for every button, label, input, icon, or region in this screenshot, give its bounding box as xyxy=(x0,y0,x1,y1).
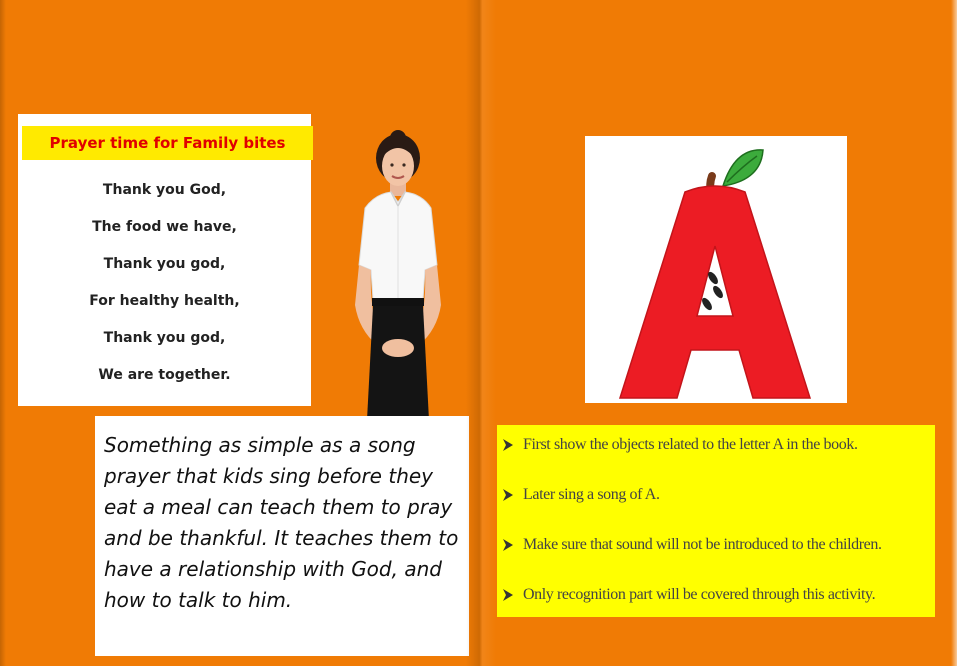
arrow-bullet-icon xyxy=(503,439,515,451)
arrow-bullet-icon xyxy=(503,589,515,601)
instruction-text: First show the objects related to the le… xyxy=(523,436,858,453)
svg-text:A: A xyxy=(585,136,586,137)
prayer-title: Prayer time for Family bites xyxy=(22,126,313,160)
instruction-text: Make sure that sound will not be introdu… xyxy=(523,536,882,553)
prayer-lines: Thank you God, The food we have, Thank y… xyxy=(18,178,311,400)
woman-illustration xyxy=(355,130,441,420)
arrow-bullet-icon xyxy=(503,489,515,501)
prayer-line: Thank you god, xyxy=(103,330,226,346)
quote-text: Something as simple as a song prayer tha… xyxy=(104,433,459,612)
prayer-line: Thank you god, xyxy=(103,256,226,272)
apple-letter-a-icon: A xyxy=(585,136,812,399)
quote-card: Something as simple as a song prayer tha… xyxy=(95,416,469,656)
instruction-text: Only recognition part will be covered th… xyxy=(523,586,876,603)
instructions-panel: First show the objects related to the le… xyxy=(497,425,935,617)
instruction-item: Make sure that sound will not be introdu… xyxy=(503,532,935,558)
instruction-text: Later sing a song of A. xyxy=(523,486,660,503)
prayer-line: Thank you God, xyxy=(102,182,227,198)
prayer-line: For healthy health, xyxy=(89,293,240,309)
instruction-item: Only recognition part will be covered th… xyxy=(503,582,935,608)
left-page: Prayer time for Family bites Thank you G… xyxy=(0,0,480,666)
prayer-line: The food we have, xyxy=(92,219,237,235)
arrow-bullet-icon xyxy=(503,539,515,551)
instruction-item: First show the objects related to the le… xyxy=(503,432,935,458)
instruction-item: Later sing a song of A. xyxy=(503,482,935,508)
book-gutter xyxy=(466,0,496,666)
prayer-line: We are together. xyxy=(98,367,231,383)
prayer-card: Prayer time for Family bites Thank you G… xyxy=(18,114,313,406)
letter-image-card: A xyxy=(585,136,847,403)
